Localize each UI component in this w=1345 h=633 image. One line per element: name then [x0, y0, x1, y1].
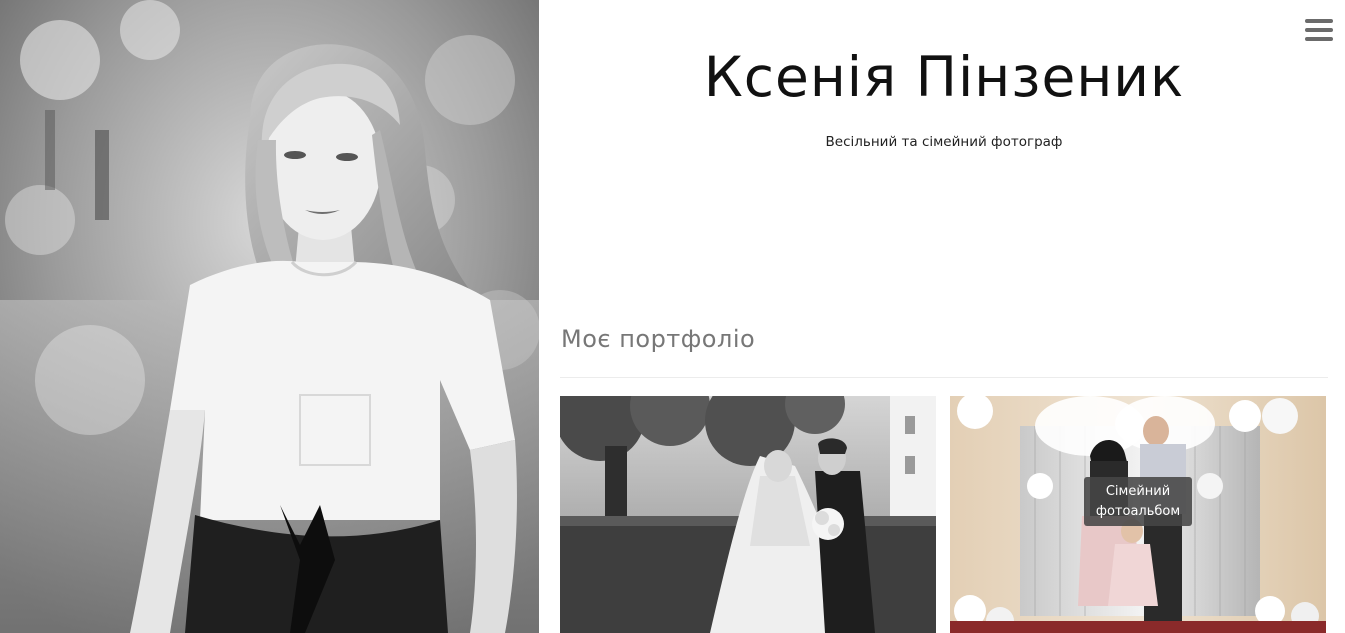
- portfolio-heading: Моє портфоліо: [561, 325, 756, 353]
- wedding-couple-photo: [560, 396, 936, 633]
- hamburger-menu-icon[interactable]: [1304, 17, 1334, 45]
- menu-line: [1305, 19, 1333, 23]
- portfolio-item-family[interactable]: Сімейний фотоальбом: [950, 396, 1326, 633]
- menu-line: [1305, 28, 1333, 32]
- hero-portrait-photo: [0, 0, 539, 633]
- page: Ксенія Пінзеник Весільний та сімейний фо…: [0, 0, 1345, 633]
- site-tagline: Весільний та сімейний фотограф: [825, 134, 1063, 150]
- menu-line: [1305, 37, 1333, 41]
- portrait-image: [0, 0, 539, 633]
- portfolio-caption: Сімейний фотоальбом: [1084, 477, 1192, 526]
- site-title: Ксенія Пінзеник: [703, 45, 1185, 109]
- portfolio-item-wedding[interactable]: [560, 396, 936, 633]
- section-divider: [560, 377, 1328, 378]
